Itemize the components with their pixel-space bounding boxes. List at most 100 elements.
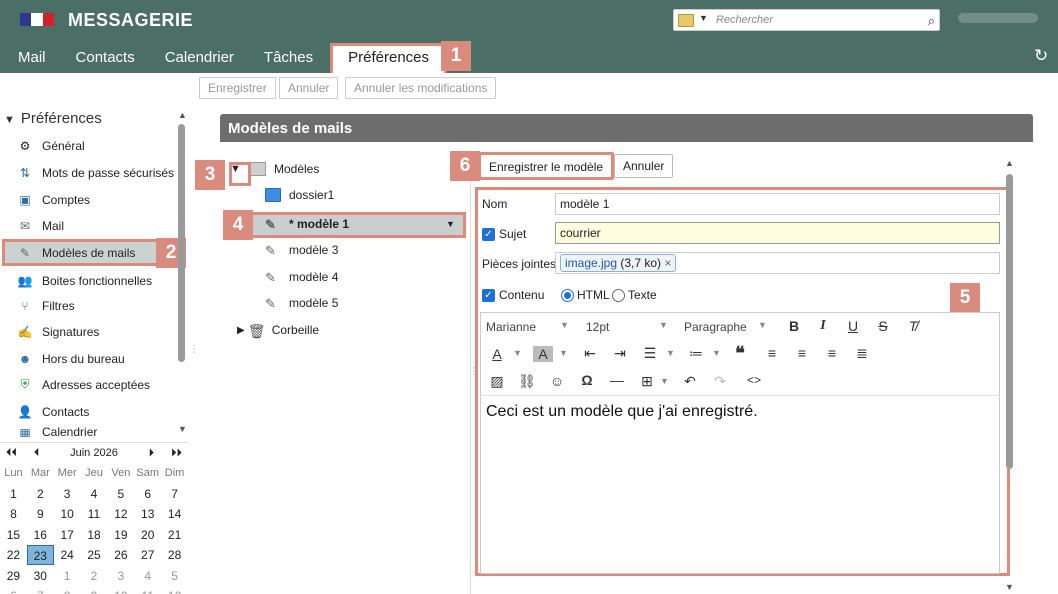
sidebar-item-accepted-addresses[interactable]: ⛨ Adresses acceptées (0, 371, 175, 398)
content-checkbox[interactable]: ✓ (482, 289, 495, 303)
calendar-day[interactable]: 19 (107, 525, 134, 545)
sidebar-item-mail[interactable]: ✉ Mail (0, 212, 175, 239)
resize-handle[interactable]: ⋮ (189, 344, 199, 355)
horizontal-rule-icon[interactable]: — (607, 372, 627, 388)
scroll-down-icon[interactable]: ▼ (1005, 582, 1014, 592)
calendar-day[interactable]: 12 (107, 504, 134, 524)
calendar-day[interactable]: 11 (134, 586, 161, 594)
sidebar-scrollbar[interactable]: ▲ ▼ (176, 110, 187, 435)
calendar-day[interactable]: 10 (54, 504, 81, 524)
outdent-icon[interactable]: ⇤ (580, 345, 600, 362)
sidebar-item-contacts[interactable]: 👤 Contacts (0, 398, 175, 425)
attachment-name[interactable]: image.jpg (565, 256, 617, 270)
table-icon[interactable]: ⊞ (637, 373, 657, 390)
sidebar-item-shared-boxes[interactable]: 👥 Boites fonctionnelles (0, 267, 175, 294)
special-char-icon[interactable]: Ω (577, 372, 597, 388)
chevron-down-icon[interactable]: ▼ (559, 348, 568, 358)
sidebar-item-out-of-office[interactable]: ☻ Hors du bureau (0, 345, 175, 372)
link-icon[interactable]: ⛓ (517, 373, 537, 390)
calendar-day[interactable]: 12 (161, 586, 188, 594)
tab-mail[interactable]: Mail (0, 43, 61, 73)
subject-input[interactable]: courrier (555, 222, 1000, 244)
calendar-day[interactable]: 3 (54, 484, 81, 504)
text-radio[interactable] (612, 289, 625, 303)
calendar-day[interactable]: 29 (0, 566, 27, 586)
scroll-down-icon[interactable]: ▼ (178, 424, 187, 434)
sidebar-item-signatures[interactable]: ✍ Signatures (0, 318, 175, 345)
calendar-day[interactable]: 15 (0, 525, 27, 545)
cancel-button[interactable]: Annuler (279, 77, 339, 99)
scroll-up-icon[interactable]: ▲ (1005, 158, 1014, 168)
preferences-title[interactable]: ▼ Préférences (4, 110, 102, 127)
search-box[interactable]: ▼ Rechercher ⌕ (673, 9, 940, 31)
highlight-color-icon[interactable]: A (533, 346, 553, 362)
html-radio-row[interactable]: HTML (561, 288, 610, 303)
sidebar-item-general[interactable]: ⚙ Général (0, 132, 175, 159)
expand-toggle-icon[interactable]: ▶ (237, 325, 245, 336)
save-template-button[interactable]: Enregistrer le modèle (478, 152, 615, 180)
calendar-day[interactable]: 5 (161, 566, 188, 586)
calendar-day[interactable]: 11 (81, 504, 108, 524)
calendar-day[interactable]: 1 (0, 484, 27, 504)
search-icon[interactable]: ⌕ (928, 13, 935, 29)
html-radio[interactable] (561, 289, 574, 303)
calendar-day[interactable]: 24 (54, 545, 81, 565)
cancel-changes-button[interactable]: Annuler les modifications (345, 77, 497, 99)
sidebar-item-calendar[interactable]: ▦ Calendrier (0, 425, 175, 437)
tab-calendar[interactable]: Calendrier (150, 43, 249, 73)
align-center-icon[interactable]: ≡ (792, 345, 812, 361)
calendar-day[interactable]: 1 (54, 566, 81, 586)
next-year-icon[interactable]: ⏵⏵ (171, 447, 182, 460)
tree-item-model-1[interactable]: ✎ * modèle 1 (265, 217, 349, 232)
calendar-day[interactable]: 20 (134, 525, 161, 545)
tab-contacts[interactable]: Contacts (61, 43, 150, 73)
refresh-icon[interactable]: ↻ (1034, 46, 1048, 66)
name-input[interactable]: modèle 1 (555, 193, 1000, 215)
calendar-day[interactable]: 7 (161, 484, 188, 504)
calendar-day[interactable]: 25 (81, 545, 108, 565)
close-icon[interactable]: × (664, 256, 671, 270)
subject-checkbox[interactable]: ✓ (482, 228, 495, 242)
editor-body[interactable]: Ceci est un modèle que j'ai enregistré. (486, 403, 758, 421)
indent-icon[interactable]: ⇥ (610, 345, 630, 362)
redo-icon[interactable]: ↷ (710, 373, 730, 390)
chevron-down-icon[interactable]: ▼ (699, 13, 708, 23)
calendar-day[interactable]: 13 (134, 504, 161, 524)
chevron-down-icon[interactable]: ▼ (712, 348, 721, 358)
calendar-day[interactable]: 4 (81, 484, 108, 504)
italic-icon[interactable]: I (813, 318, 833, 334)
strikethrough-icon[interactable]: S (873, 318, 893, 334)
undo-icon[interactable]: ↶ (680, 373, 700, 390)
calendar-day[interactable]: 10 (107, 586, 134, 594)
clear-format-icon[interactable]: T̸ (903, 318, 923, 334)
calendar-day[interactable]: 23 (26, 545, 54, 565)
calendar-day[interactable]: 16 (27, 525, 54, 545)
source-code-icon[interactable]: <> (744, 373, 764, 387)
save-button[interactable]: Enregistrer (199, 77, 276, 99)
scrollbar-thumb[interactable] (1006, 174, 1013, 469)
tab-preferences[interactable]: Préférences (330, 43, 447, 73)
calendar-day[interactable]: 14 (161, 504, 188, 524)
cancel-template-button[interactable]: Annuler (614, 154, 674, 178)
tree-item-model-5[interactable]: ✎ modèle 5 (265, 296, 338, 311)
search-input[interactable]: Rechercher (716, 14, 773, 26)
sidebar-item-filters[interactable]: ⑂ Filtres (0, 292, 175, 319)
tree-item-model-4[interactable]: ✎ modèle 4 (265, 270, 338, 285)
sidebar-item-accounts[interactable]: ▣ Comptes (0, 186, 175, 213)
collapse-icon[interactable]: ▼ (4, 114, 15, 126)
font-select[interactable]: Marianne (486, 320, 536, 334)
calendar-day[interactable]: 9 (81, 586, 108, 594)
tree-trash[interactable]: ▶ 🗑 Corbeille (237, 323, 319, 339)
calendar-day[interactable]: 8 (0, 504, 27, 524)
tree-folder[interactable]: dossier1 (265, 188, 334, 202)
calendar-day[interactable]: 8 (54, 586, 81, 594)
calendar-day[interactable]: 18 (81, 525, 108, 545)
chevron-down-icon[interactable]: ▼ (666, 348, 675, 358)
chevron-down-icon[interactable]: ▼ (660, 376, 669, 386)
folder-icon[interactable] (678, 14, 694, 27)
bullet-list-icon[interactable]: ☰ (640, 345, 660, 362)
calendar-day[interactable]: 28 (161, 545, 188, 565)
chevron-down-icon[interactable]: ▼ (560, 320, 569, 330)
chevron-down-icon[interactable]: ▼ (758, 320, 767, 330)
calendar-day[interactable]: 22 (0, 545, 27, 565)
